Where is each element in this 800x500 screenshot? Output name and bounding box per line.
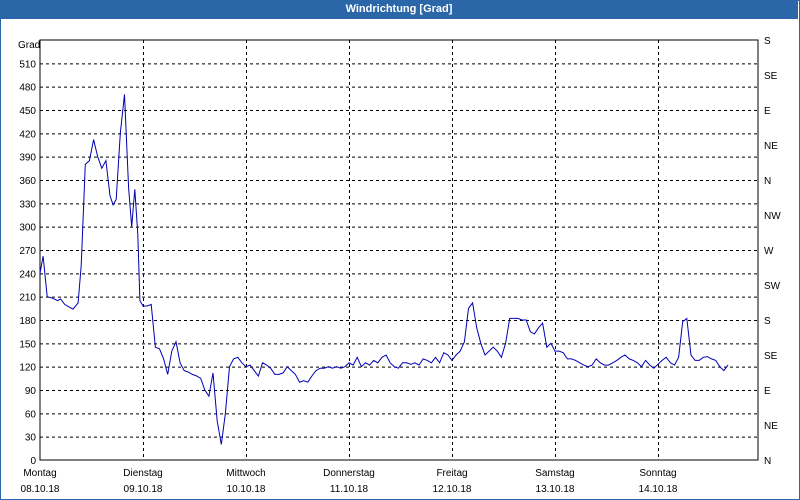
y-tick-label: 420 bbox=[19, 129, 36, 140]
right-axis: N NE E SE S SW W NW N NE E SE S bbox=[764, 36, 781, 467]
x-tick-day: Sonntag bbox=[639, 468, 676, 479]
y-tick-label: 390 bbox=[19, 153, 36, 164]
y-tick-label: 210 bbox=[19, 293, 36, 304]
right-tick-label: E bbox=[764, 106, 771, 117]
right-tick-label: SW bbox=[764, 281, 781, 292]
right-tick-label: N bbox=[764, 176, 771, 187]
y-tick-label: 300 bbox=[19, 223, 36, 234]
y-tick-label: 120 bbox=[19, 363, 36, 374]
x-tick-date: 13.10.18 bbox=[536, 484, 575, 495]
x-tick-date: 14.10.18 bbox=[639, 484, 678, 495]
y-tick-label: 510 bbox=[19, 59, 36, 70]
x-tick-date: 12.10.18 bbox=[433, 484, 472, 495]
y-tick-label: 450 bbox=[19, 106, 36, 117]
right-tick-label: S bbox=[764, 316, 771, 327]
left-axis: 0 30 60 90 120 150 180 210 240 270 300 330 360 390 420… bbox=[19, 59, 36, 467]
y-tick-label: 480 bbox=[19, 83, 36, 94]
chart-grid bbox=[40, 40, 758, 460]
right-tick-label: SE bbox=[764, 351, 778, 362]
right-tick-label: E bbox=[764, 386, 771, 397]
x-tick-day: Freitag bbox=[436, 468, 467, 479]
y-tick-label: 360 bbox=[19, 176, 36, 187]
y-axis-label: Grad bbox=[18, 40, 40, 51]
right-tick-label: NW bbox=[764, 211, 781, 222]
right-tick-label: S bbox=[764, 36, 771, 47]
y-tick-label: 90 bbox=[25, 386, 37, 397]
y-tick-label: 240 bbox=[19, 269, 36, 280]
right-tick-label: NE bbox=[764, 141, 778, 152]
x-axis: Montag 08.10.18 Dienstag 09.10.18 Mittwoch 10… bbox=[21, 468, 678, 495]
x-tick-date: 10.10.18 bbox=[227, 484, 266, 495]
y-tick-label: 0 bbox=[30, 456, 36, 467]
y-tick-label: 60 bbox=[25, 409, 37, 420]
x-tick-date: 09.10.18 bbox=[124, 484, 163, 495]
y-tick-label: 180 bbox=[19, 316, 36, 327]
x-tick-day: Samstag bbox=[535, 468, 574, 479]
y-tick-label: 150 bbox=[19, 339, 36, 350]
chart-svg: 0 30 60 90 120 150 180 210 240 270 300 330 360 390 420… bbox=[18, 36, 781, 495]
x-tick-date: 11.10.18 bbox=[330, 484, 369, 495]
right-tick-label: SE bbox=[764, 71, 778, 82]
y-tick-label: 330 bbox=[19, 199, 36, 210]
plot-area bbox=[39, 39, 759, 461]
x-tick-date: 08.10.18 bbox=[21, 484, 60, 495]
x-tick-day: Mittwoch bbox=[226, 468, 265, 479]
y-tick-label: 270 bbox=[19, 246, 36, 257]
right-tick-label: NE bbox=[764, 421, 778, 432]
y-tick-label: 30 bbox=[25, 433, 37, 444]
right-tick-label: W bbox=[764, 246, 774, 257]
right-tick-label: N bbox=[764, 456, 771, 467]
x-tick-day: Dienstag bbox=[123, 468, 162, 479]
x-tick-day: Montag bbox=[23, 468, 56, 479]
x-tick-day: Donnerstag bbox=[323, 468, 375, 479]
